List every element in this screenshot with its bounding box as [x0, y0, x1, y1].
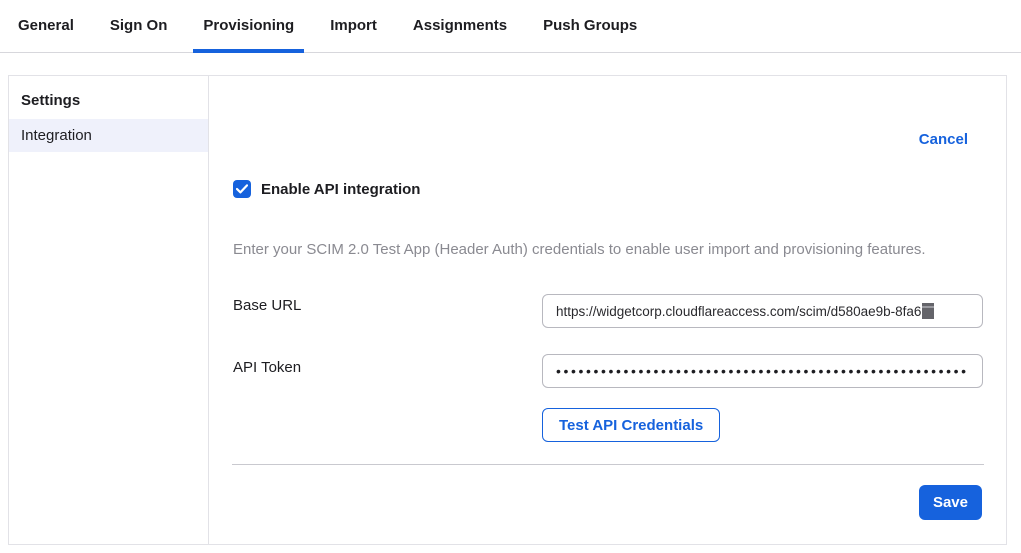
base-url-label: Base URL — [233, 297, 301, 314]
credentials-description: Enter your SCIM 2.0 Test App (Header Aut… — [233, 241, 1003, 258]
base-url-input[interactable]: https://widgetcorp.cloudflareaccess.com/… — [542, 294, 983, 328]
enable-api-label: Enable API integration — [261, 181, 420, 198]
enable-api-row: Enable API integration — [233, 180, 420, 198]
provisioning-panel: Settings Integration Cancel Enable API i… — [8, 75, 1007, 545]
text-cursor-block — [922, 303, 934, 319]
footer-divider — [232, 464, 984, 465]
base-url-value: https://widgetcorp.cloudflareaccess.com/… — [556, 304, 921, 319]
tab-sign-on[interactable]: Sign On — [100, 1, 178, 53]
cancel-button[interactable]: Cancel — [919, 131, 968, 148]
checkmark-icon — [236, 184, 248, 194]
settings-sidebar: Settings Integration — [9, 76, 209, 544]
save-button[interactable]: Save — [919, 485, 982, 520]
sidebar-header-settings: Settings — [9, 76, 208, 119]
tab-provisioning[interactable]: Provisioning — [193, 1, 304, 53]
enable-api-checkbox[interactable] — [233, 180, 251, 198]
api-token-label: API Token — [233, 359, 301, 376]
integration-form: Cancel Enable API integration Enter your… — [209, 76, 1006, 544]
api-token-masked-value: ••••••••••••••••••••••••••••••••••••••••… — [556, 363, 969, 379]
api-token-input[interactable]: ••••••••••••••••••••••••••••••••••••••••… — [542, 354, 983, 388]
tab-assignments[interactable]: Assignments — [403, 1, 517, 53]
test-api-credentials-button[interactable]: Test API Credentials — [542, 408, 720, 442]
tab-import[interactable]: Import — [320, 1, 387, 53]
tab-general[interactable]: General — [8, 1, 84, 53]
tab-push-groups[interactable]: Push Groups — [533, 1, 647, 53]
sidebar-item-integration[interactable]: Integration — [9, 119, 208, 152]
app-tabbar: General Sign On Provisioning Import Assi… — [0, 0, 1021, 53]
